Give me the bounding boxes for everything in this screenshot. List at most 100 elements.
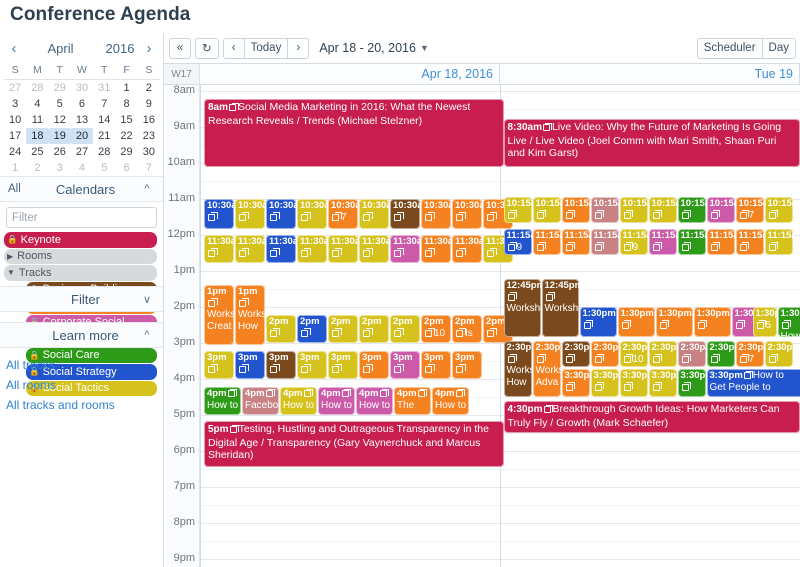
mini-calendar-day[interactable]: 21 (93, 128, 115, 144)
calendar-event[interactable]: 11:15an (677, 229, 706, 255)
calendar-item-rooms[interactable]: ▶ Rooms (4, 248, 157, 264)
mini-calendar-day[interactable]: 15 (115, 112, 137, 128)
mini-calendar-day[interactable]: 23 (138, 128, 160, 144)
calendar-event[interactable]: 3pm (452, 351, 482, 379)
calendar-event[interactable]: 2pmIs (452, 315, 482, 343)
calendar-event[interactable]: 2:30pm Workshop: How (503, 341, 532, 397)
calendar-event[interactable]: 4pmHow to (318, 387, 355, 415)
chevron-up-icon[interactable]: ^ (139, 329, 155, 341)
mini-calendar-day[interactable]: 13 (71, 112, 93, 128)
calendar-event[interactable]: 8:30am Live Video: Why the Future of Mark… (503, 119, 800, 167)
mini-calendar-day[interactable]: 29 (115, 144, 137, 160)
calendar-event[interactable]: 11:15an (706, 229, 735, 255)
calendar-event[interactable]: 2pm (266, 315, 296, 343)
mini-calendar-day[interactable]: 4 (26, 96, 48, 112)
calendar-event[interactable]: 10:30a (204, 199, 234, 229)
calendar-event[interactable]: 1pm Workshop: How (235, 285, 265, 345)
calendar-event[interactable]: 12:45pm Workshop: (503, 279, 541, 337)
calendar-event[interactable]: 10:30a (235, 199, 265, 229)
triangle-right-icon[interactable]: ▶ (7, 252, 13, 261)
mini-calendar-day[interactable]: 22 (115, 128, 137, 144)
mini-calendar-day[interactable]: 10 (4, 112, 26, 128)
calendar-event[interactable]: 10:30a7 (328, 199, 358, 229)
learn-link-all-tracks[interactable]: All tracks (4, 355, 163, 375)
mini-calendar-day[interactable]: 1 (4, 160, 26, 176)
calendar-event[interactable]: 11:15an (561, 229, 590, 255)
mini-calendar-day[interactable]: 7 (138, 160, 160, 176)
mini-calendar-day[interactable]: 12 (49, 112, 71, 128)
refresh-button[interactable]: ↻ (195, 37, 219, 59)
calendar-event[interactable]: 11:15an (590, 229, 619, 255)
triangle-down-icon[interactable]: ▼ (7, 268, 15, 277)
calendar-event[interactable]: 3:30pm (677, 369, 706, 397)
mini-calendar-day[interactable]: 6 (71, 96, 93, 112)
calendar-event[interactable]: 2pm (359, 315, 389, 343)
calendar-event[interactable]: 2:30pm (648, 341, 677, 367)
mini-calendar-day[interactable]: 25 (26, 144, 48, 160)
calendar-event[interactable]: 1:30pm How (777, 307, 800, 337)
mini-calendar-day[interactable]: 7 (93, 96, 115, 112)
calendar-event[interactable]: 12:45pm Workshop: (541, 279, 579, 337)
calendar-event[interactable]: 2:30pm (677, 341, 706, 367)
mini-calendar-day[interactable]: 14 (93, 112, 115, 128)
calendar-event[interactable]: 3pm (421, 351, 451, 379)
calendar-event[interactable]: 10:15a (706, 197, 735, 223)
calendar-event[interactable]: 3pm (297, 351, 327, 379)
calendar-event[interactable]: 11:30ar (266, 235, 296, 263)
calendar-event[interactable]: 10:15a7 (735, 197, 764, 223)
calendar-event[interactable]: 3:30pm How to Get People to (706, 369, 800, 397)
mini-calendar-next-icon[interactable]: › (141, 40, 157, 57)
date-range-label[interactable]: Apr 18 - 20, 2016 ▼ (319, 41, 429, 55)
mini-calendar-day[interactable]: 1 (115, 80, 137, 97)
calendar-event[interactable]: 11:15an9 (619, 229, 648, 255)
calendar-event[interactable]: 1:30pm (655, 307, 693, 337)
mini-calendar-prev-icon[interactable]: ‹ (6, 40, 22, 57)
calendar-event[interactable]: 2pm (390, 315, 420, 343)
calendar-event[interactable]: 10:30a (359, 199, 389, 229)
calendar-event[interactable]: 4:30pm Breakthrough Growth Ideas: How Mar… (503, 401, 800, 433)
today-button[interactable]: Today (243, 37, 289, 59)
calendar-event[interactable]: 10:15a (503, 197, 532, 223)
mini-calendar-day[interactable]: 6 (115, 160, 137, 176)
mini-calendar-day[interactable]: 16 (138, 112, 160, 128)
calendar-event[interactable]: 10:30a (297, 199, 327, 229)
calendar-event[interactable]: 11:15an (532, 229, 561, 255)
mini-calendar-month[interactable]: April (22, 41, 99, 56)
calendars-section-header[interactable]: All Calendars ^ (0, 176, 163, 202)
calendar-event[interactable]: 11:30ar (359, 235, 389, 263)
mini-calendar-day[interactable]: 31 (93, 80, 115, 97)
prev-period-button[interactable]: ‹ (222, 37, 245, 59)
calendar-event[interactable]: 11:15an (648, 229, 677, 255)
view-button-scheduler[interactable]: Scheduler (696, 37, 763, 59)
calendar-event[interactable]: 2:30pm Workshop: Adva (532, 341, 561, 397)
calendar-event[interactable]: 10:15a (532, 197, 561, 223)
learn-link-all-tracks-and-rooms[interactable]: All tracks and rooms (4, 395, 163, 415)
calendar-item-keynote[interactable]: 🔒 Keynote (4, 232, 157, 248)
mini-calendar-day[interactable]: 17 (4, 128, 26, 144)
day-header-monday[interactable]: Apr 18, 2016 (200, 64, 500, 84)
calendar-grid[interactable]: 8am 9am 10am 11am 12pm 1pm 2pm 3pm 4pm 5pm 6pm 7pm 8… (164, 85, 800, 567)
calendar-event[interactable]: 3pm (359, 351, 389, 379)
calendar-event[interactable]: 2pm (297, 315, 327, 343)
mini-calendar-day[interactable]: 19 (48, 128, 71, 144)
mini-calendar-day[interactable]: 28 (26, 80, 48, 97)
calendar-event[interactable]: 2:30pm (561, 341, 590, 367)
calendar-event[interactable]: 1:30pm (693, 307, 731, 337)
calendar-event[interactable]: 3pm (390, 351, 420, 379)
mini-calendar-day[interactable]: 11 (26, 112, 48, 128)
mini-calendar-day[interactable]: 3 (49, 160, 71, 176)
chevron-up-icon[interactable]: ^ (139, 183, 155, 195)
learn-link-all-rooms[interactable]: All rooms (4, 375, 163, 395)
calendar-item-tracks[interactable]: ▼ Tracks (4, 265, 157, 281)
mini-calendar-day[interactable]: 29 (49, 80, 71, 97)
mini-calendar-day[interactable]: 8 (115, 96, 137, 112)
calendar-event[interactable]: 3pm (328, 351, 358, 379)
calendar-event[interactable]: 3pm (235, 351, 265, 379)
calendar-event[interactable]: 2:30pm (706, 341, 735, 367)
calendar-event[interactable]: 10:30a (266, 199, 296, 229)
day-header-tuesday[interactable]: Tue 19 (500, 64, 800, 84)
calendar-event[interactable]: 11:15an (764, 229, 793, 255)
calendar-event[interactable]: 3:30pm (561, 369, 590, 397)
calendar-event[interactable]: 1pm Workshop: Creat (204, 285, 234, 345)
next-period-button[interactable]: › (287, 37, 310, 59)
